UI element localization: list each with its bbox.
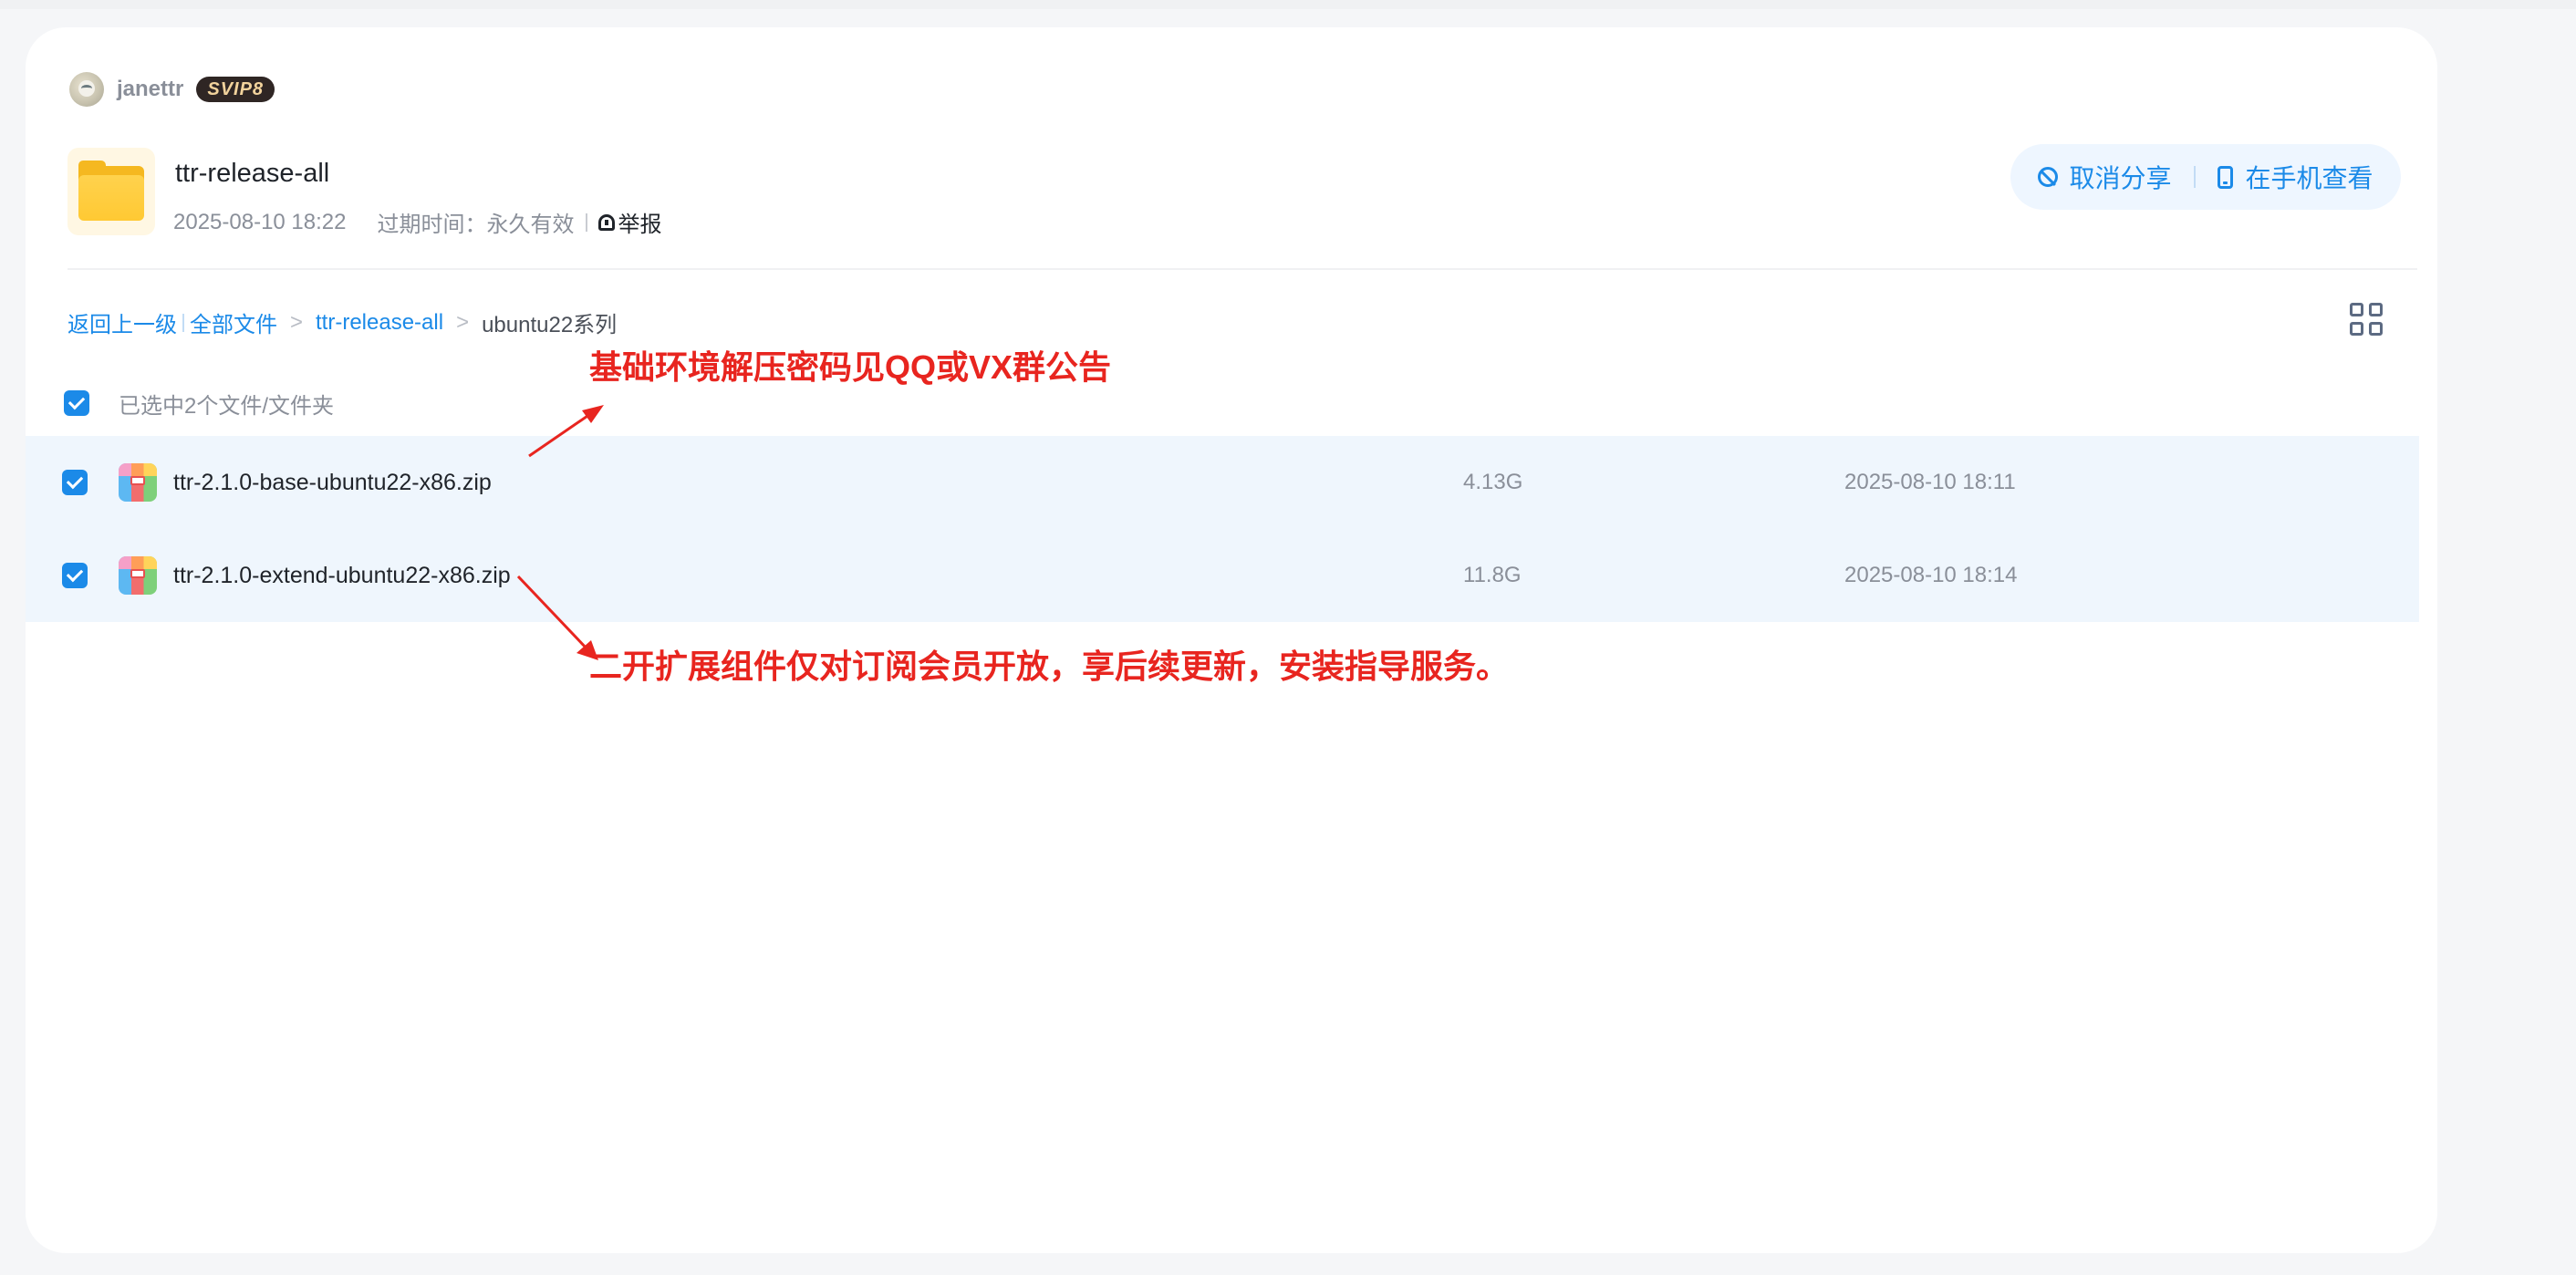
chevron-right-icon: > xyxy=(456,309,470,335)
avatar[interactable] xyxy=(69,72,104,107)
file-size: 11.8G xyxy=(1463,563,1522,587)
file-checkbox[interactable] xyxy=(62,563,88,588)
grid-view-icon[interactable] xyxy=(2350,303,2383,336)
breadcrumb-divider xyxy=(182,313,184,332)
arrow-up-icon xyxy=(528,405,604,458)
share-actions: 取消分享 在手机查看 xyxy=(2010,144,2401,210)
chevron-right-icon: > xyxy=(290,309,304,335)
breadcrumb: 返回上一级 全部文件 > ttr-release-all > ubuntu22系… xyxy=(68,306,617,338)
top-bar xyxy=(0,0,2576,9)
file-row[interactable]: ttr-2.1.0-base-ubuntu22-x86.zip 4.13G 20… xyxy=(26,436,2419,529)
selection-header: 已选中2个文件/文件夹 xyxy=(64,376,334,430)
file-row[interactable]: ttr-2.1.0-extend-ubuntu22-x86.zip 11.8G … xyxy=(26,529,2419,622)
file-date: 2025-08-10 18:14 xyxy=(1844,563,2018,587)
view-on-phone-button[interactable]: 在手机查看 xyxy=(2217,159,2373,195)
arrow-down-icon xyxy=(516,575,598,660)
select-all-checkbox[interactable] xyxy=(64,390,89,416)
breadcrumb-parent[interactable]: ttr-release-all xyxy=(316,310,443,336)
breadcrumb-back[interactable]: 返回上一级 xyxy=(68,306,177,338)
report-label: 举报 xyxy=(618,212,662,237)
folder-icon xyxy=(68,148,155,235)
annotation-password: 基础环境解压密码见QQ或VX群公告 xyxy=(589,348,1112,386)
cancel-share-label: 取消分享 xyxy=(2069,164,2172,192)
breadcrumb-all-files[interactable]: 全部文件 xyxy=(190,306,277,338)
meta-divider xyxy=(585,212,587,232)
cancel-share-button[interactable]: 取消分享 xyxy=(2038,159,2172,195)
share-card: janettr SVIP8 ttr-release-all 2025-08-10… xyxy=(26,27,2437,1253)
file-checkbox[interactable] xyxy=(62,470,88,495)
file-list: ttr-2.1.0-base-ubuntu22-x86.zip 4.13G 20… xyxy=(26,436,2419,622)
phone-icon xyxy=(2217,165,2233,189)
created-time: 2025-08-10 18:22 xyxy=(173,209,347,234)
ban-icon xyxy=(2038,167,2059,187)
folder-meta: 2025-08-10 18:22 过期时间：永久有效 举报 xyxy=(173,206,662,238)
breadcrumb-current: ubuntu22系列 xyxy=(482,313,618,337)
vip-badge: SVIP8 xyxy=(196,77,275,102)
file-date: 2025-08-10 18:11 xyxy=(1844,470,2016,494)
file-name[interactable]: ttr-2.1.0-extend-ubuntu22-x86.zip xyxy=(173,563,511,589)
username[interactable]: janettr xyxy=(117,77,183,102)
report-button[interactable]: 举报 xyxy=(597,206,662,238)
file-size: 4.13G xyxy=(1463,470,1523,494)
selection-count: 已选中2个文件/文件夹 xyxy=(119,393,335,419)
annotation-extend: 二开扩展组件仅对订阅会员开放，享后续更新，安装指导服务。 xyxy=(589,648,1510,685)
view-on-phone-label: 在手机查看 xyxy=(2245,164,2373,192)
expire-time: 过期时间：永久有效 xyxy=(377,212,575,237)
folder-title: ttr-release-all xyxy=(175,159,330,188)
header-divider xyxy=(68,268,2417,270)
action-divider xyxy=(2193,166,2196,188)
file-name[interactable]: ttr-2.1.0-base-ubuntu22-x86.zip xyxy=(173,470,492,496)
zip-file-icon xyxy=(119,463,157,502)
zip-file-icon xyxy=(119,556,157,595)
user-info: janettr SVIP8 xyxy=(69,71,275,108)
alarm-icon xyxy=(597,213,615,231)
